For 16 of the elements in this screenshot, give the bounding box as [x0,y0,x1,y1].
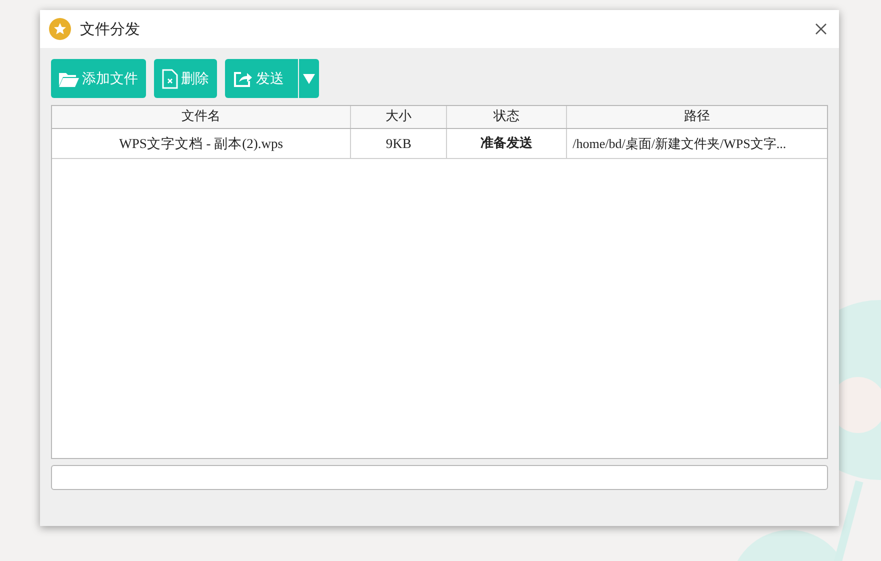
caret-icon [303,74,315,84]
column-header[interactable]: 文件名 [52,106,352,128]
share-icon [233,70,253,88]
file-delete-icon [162,68,178,88]
column-header[interactable]: 大小 [351,106,447,128]
column-header[interactable]: 状态 [446,106,567,128]
table-cell: 准备发送 [446,129,567,158]
folder-icon [59,70,79,86]
table-cell: WPS文字文档 - 副本(2).wps [52,129,352,158]
column-header[interactable]: 路径 [566,106,827,128]
table-cell: 9KB [351,129,447,158]
close-icon[interactable] [815,23,827,35]
table-cell-text: /home/bd/桌面/新建文件夹/WPS文字... [572,135,788,153]
dropdown-button[interactable] [299,59,319,98]
input-field[interactable] [51,465,828,490]
window-title: 文件分发 [80,20,141,38]
